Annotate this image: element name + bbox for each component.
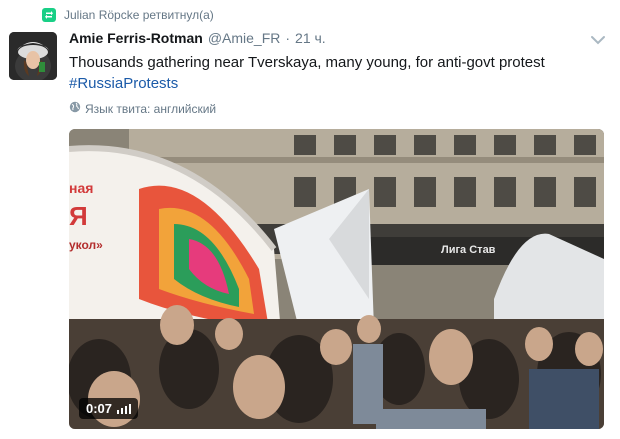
hashtag-link[interactable]: #RussiaProtests bbox=[69, 73, 589, 94]
retweeted-by-label[interactable]: Julian Röpcke ретвитнул(а) bbox=[64, 8, 214, 22]
store-sign: Лига Став bbox=[441, 244, 496, 256]
retweet-icon bbox=[42, 8, 56, 22]
tweet-header: Amie Ferris-Rotman @Amie_FR · 21 ч. bbox=[69, 30, 326, 46]
author-name[interactable]: Amie Ferris-Rotman bbox=[69, 30, 203, 46]
author-handle[interactable]: @Amie_FR bbox=[208, 30, 281, 46]
video-duration: 0:07 bbox=[86, 401, 113, 416]
kiosk-sign-line-3: укол» bbox=[69, 238, 103, 252]
video-duration-badge: 0:07 bbox=[79, 398, 139, 419]
separator-dot: · bbox=[285, 30, 291, 46]
kiosk-sign-line-1: ная bbox=[69, 180, 93, 196]
tweet-language: Язык твита: английский bbox=[69, 101, 216, 116]
chevron-down-icon[interactable] bbox=[590, 33, 606, 45]
tweet-text-line: Thousands gathering near Tverskaya, many… bbox=[69, 54, 545, 71]
video-player[interactable]: Лига Став ная Я укол» 0:07 bbox=[69, 129, 604, 429]
video-frame: Лига Став ная Я укол» bbox=[69, 129, 604, 429]
retweet-context: Julian Röpcke ретвитнул(а) bbox=[42, 8, 214, 22]
tweet-text: Thousands gathering near Tverskaya, many… bbox=[69, 52, 589, 94]
author-avatar[interactable] bbox=[9, 32, 57, 80]
volume-icon[interactable] bbox=[117, 403, 132, 414]
globe-icon bbox=[69, 101, 81, 116]
language-label: Язык твита: английский bbox=[85, 101, 217, 116]
tweet-timestamp[interactable]: 21 ч. bbox=[295, 30, 326, 46]
kiosk-sign-line-2: Я bbox=[69, 201, 88, 231]
